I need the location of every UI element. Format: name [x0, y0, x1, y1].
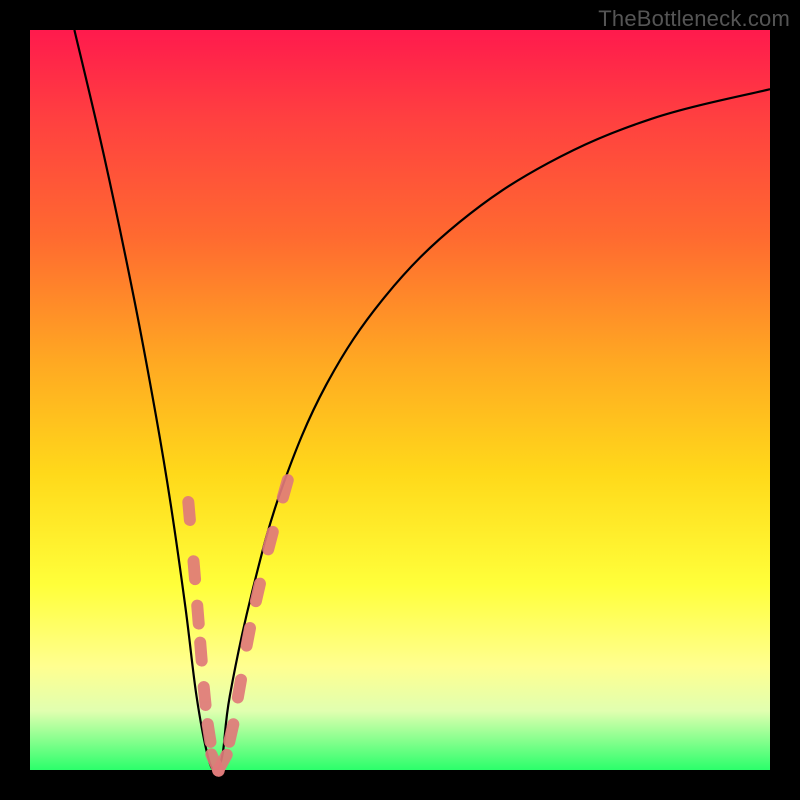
- marker-group: [182, 473, 295, 779]
- curve-marker: [182, 496, 197, 527]
- curve-svg: [30, 30, 770, 770]
- curve-marker: [191, 599, 205, 630]
- plot-area: [30, 30, 770, 770]
- curve-marker: [194, 636, 208, 667]
- curve-marker: [201, 717, 217, 748]
- curve-marker: [240, 621, 257, 653]
- curve-marker: [187, 555, 202, 586]
- curve-marker: [261, 525, 280, 557]
- curve-marker: [197, 680, 212, 711]
- curve-marker: [275, 473, 295, 505]
- watermark-text: TheBottleneck.com: [598, 6, 790, 32]
- bottleneck-curve: [74, 30, 770, 770]
